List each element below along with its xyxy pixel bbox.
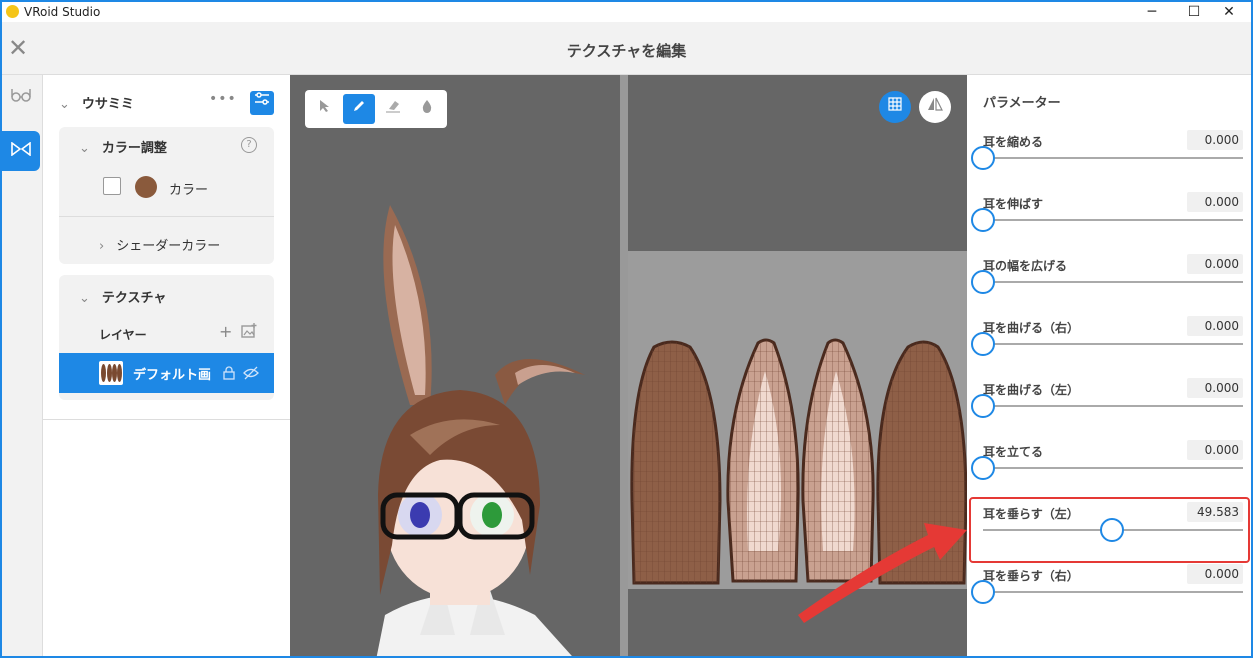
parameter-title: パラメーター xyxy=(983,96,1061,111)
texture-header[interactable]: ⌄ テクスチャ xyxy=(79,287,166,306)
color-adjust-header[interactable]: ⌄ カラー調整 xyxy=(79,137,167,156)
param-slider-track[interactable] xyxy=(983,343,1243,345)
param-label: 耳を伸ばす xyxy=(983,197,1044,211)
visibility-off-icon[interactable] xyxy=(243,366,259,384)
sliders-icon[interactable] xyxy=(250,91,274,115)
param-slider-thumb[interactable] xyxy=(971,208,995,232)
divider xyxy=(43,419,290,420)
left-panel: ⌄ ウサミミ ••• ⌄ カラー調整 ? カラー › シェーダーカラー ⌄ テクスチャ … xyxy=(43,75,290,656)
param-label: 耳を垂らす（右） xyxy=(983,569,1079,583)
viewport-splitter[interactable] xyxy=(620,75,628,656)
param-slider-thumb[interactable] xyxy=(971,146,995,170)
param-slider-thumb[interactable] xyxy=(971,394,995,418)
shader-color-row[interactable]: › シェーダーカラー xyxy=(99,235,220,254)
param-row: 耳を縮める 0.000 xyxy=(967,130,1251,195)
color-swatch[interactable] xyxy=(135,176,157,198)
tool-icon-bar xyxy=(2,75,43,656)
minimize-button[interactable]: ─ xyxy=(1132,2,1172,22)
param-value-input[interactable]: 0.000 xyxy=(1187,130,1243,150)
param-slider-track[interactable] xyxy=(983,281,1243,283)
param-value-input[interactable]: 0.000 xyxy=(1187,192,1243,212)
param-row: 耳を伸ばす 0.000 xyxy=(967,192,1251,257)
texture-edit-tab-icon[interactable] xyxy=(2,131,40,171)
annotation-arrow xyxy=(798,523,967,623)
chevron-down-icon: ⌄ xyxy=(79,291,90,306)
param-slider-thumb[interactable] xyxy=(971,332,995,356)
param-slider-thumb[interactable] xyxy=(971,270,995,294)
layer-thumbnail xyxy=(99,361,123,385)
param-row: 耳を垂らす（右） 0.000 xyxy=(967,564,1251,629)
layer-name: デフォルト画 xyxy=(133,368,212,383)
maximize-button[interactable]: ☐ xyxy=(1174,2,1214,22)
layer-label: レイヤー xyxy=(99,328,147,342)
param-value-input[interactable]: 0.000 xyxy=(1187,440,1243,460)
avatar-preview xyxy=(376,205,585,656)
divider xyxy=(59,216,274,217)
param-slider-track[interactable] xyxy=(983,157,1243,159)
app-logo-icon xyxy=(6,5,19,18)
shader-color-label: シェーダーカラー xyxy=(116,239,221,254)
param-row: 耳を立てる 0.000 xyxy=(967,440,1251,505)
section-title: ウサミミ xyxy=(81,97,134,112)
param-slider-thumb[interactable] xyxy=(971,456,995,480)
add-image-icon[interactable] xyxy=(241,323,257,343)
param-row: 耳を曲げる（左） 0.000 xyxy=(967,378,1251,443)
param-label: 耳を曲げる（右） xyxy=(983,321,1080,335)
chevron-right-icon: › xyxy=(99,239,105,254)
add-layer-button[interactable]: + xyxy=(219,322,232,341)
param-label: 耳を縮める xyxy=(983,135,1044,149)
param-value-input[interactable]: 0.000 xyxy=(1187,316,1243,336)
app-title: VRoid Studio xyxy=(24,5,101,19)
parameter-panel: パラメーター 耳を縮める 0.000 耳を伸ばす 0.000 耳の幅を広げる 0.000 耳… xyxy=(967,75,1251,656)
param-row: 耳を曲げる（右） 0.000 xyxy=(967,316,1251,381)
layer-item-default[interactable]: デフォルト画 xyxy=(59,353,274,393)
help-icon[interactable]: ? xyxy=(241,137,257,153)
section-header[interactable]: ⌄ ウサミミ xyxy=(59,93,134,112)
color-checkbox[interactable] xyxy=(103,177,121,195)
chevron-down-icon: ⌄ xyxy=(79,141,90,156)
highlight-box xyxy=(969,497,1250,563)
param-slider-thumb[interactable] xyxy=(971,580,995,604)
color-adjust-card: ⌄ カラー調整 ? カラー › シェーダーカラー xyxy=(59,127,274,264)
3d-viewport[interactable] xyxy=(290,75,620,656)
param-label: 耳を立てる xyxy=(983,445,1044,459)
param-slider-track[interactable] xyxy=(983,219,1243,221)
param-value-input[interactable]: 0.000 xyxy=(1187,564,1243,584)
param-slider-track[interactable] xyxy=(983,591,1243,593)
param-slider-track[interactable] xyxy=(983,467,1243,469)
chevron-down-icon: ⌄ xyxy=(59,97,70,112)
param-label: 耳の幅を広げる xyxy=(983,259,1068,273)
texture-viewport[interactable] xyxy=(628,75,967,656)
glasses-icon[interactable] xyxy=(6,87,36,117)
editor-header: ✕ テクスチャを編集 xyxy=(2,22,1251,75)
window-close-button[interactable]: ✕ xyxy=(1209,2,1249,22)
color-label: カラー xyxy=(169,183,209,198)
more-options-button[interactable]: ••• xyxy=(209,91,237,107)
param-label: 耳を曲げる（左） xyxy=(983,383,1080,397)
page-title: テクスチャを編集 xyxy=(566,42,687,60)
param-slider-track[interactable] xyxy=(983,405,1243,407)
title-bar: VRoid Studio ─ ☐ ✕ xyxy=(2,2,1251,22)
param-value-input[interactable]: 0.000 xyxy=(1187,378,1243,398)
param-value-input[interactable]: 0.000 xyxy=(1187,254,1243,274)
color-adjust-title: カラー調整 xyxy=(101,141,167,156)
texture-title: テクスチャ xyxy=(101,291,167,306)
texture-card: ⌄ テクスチャ レイヤー + デフォルト画 xyxy=(59,275,274,400)
param-row: 耳の幅を広げる 0.000 xyxy=(967,254,1251,319)
lock-icon[interactable] xyxy=(223,366,235,384)
